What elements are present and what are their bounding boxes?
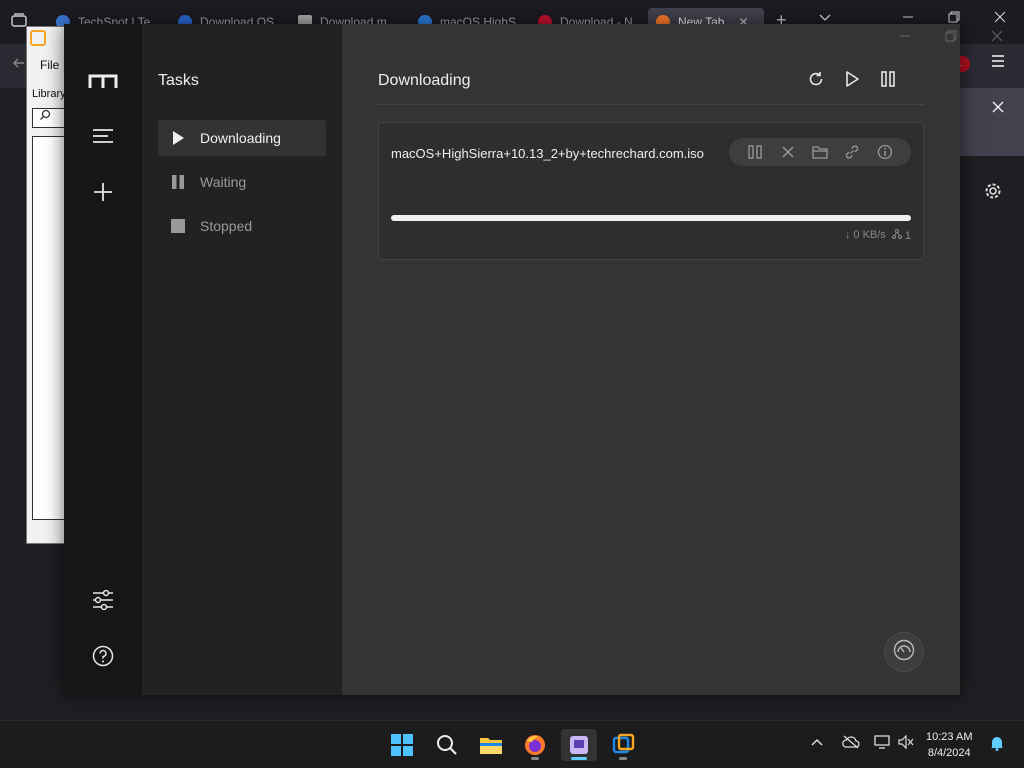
task-stats: ↓ 0 KB/s 1: [845, 229, 911, 242]
task-progress-bar: [391, 215, 911, 221]
motrix-taskbar-icon[interactable]: [561, 729, 597, 761]
nav-title: Tasks: [158, 72, 199, 89]
pause-task-icon[interactable]: [745, 142, 765, 162]
motrix-window: Tasks Downloading Waiting Stopped Downlo…: [64, 24, 1003, 695]
active-indicator: [571, 757, 587, 760]
start-windows-icon[interactable]: [384, 729, 420, 761]
gear-icon[interactable]: [984, 182, 1002, 205]
chevron-up-icon[interactable]: [810, 735, 824, 750]
running-indicator: [531, 757, 539, 760]
speed-limit-button[interactable]: [884, 632, 924, 672]
app-rail: [64, 24, 142, 695]
task-main-panel: Downloading macOS+HighSierra+10.13_2+by+…: [342, 24, 1003, 695]
close-window-button[interactable]: [980, 10, 1020, 26]
nav-item-downloading[interactable]: Downloading: [158, 120, 326, 156]
connections-value: 1: [904, 230, 911, 242]
onedrive-offline-icon[interactable]: [842, 735, 860, 752]
delete-task-icon[interactable]: [778, 142, 798, 162]
nav-item-label: Stopped: [200, 218, 253, 234]
motrix-logo-icon: [88, 66, 118, 96]
refresh-button[interactable]: [798, 70, 834, 92]
title-divider: [378, 104, 924, 105]
task-toolbar: [798, 70, 906, 92]
search-icon[interactable]: [32, 108, 66, 128]
nav-item-label: Downloading: [200, 130, 281, 146]
task-list-icon[interactable]: [88, 121, 118, 151]
notification-banner: [960, 88, 1024, 156]
app-close-button[interactable]: [982, 30, 1012, 45]
running-indicator: [619, 757, 627, 760]
refresh-icon: [808, 71, 824, 92]
task-action-bar: [729, 138, 911, 166]
nav-item-label: Waiting: [200, 174, 247, 190]
firefox-icon[interactable]: [517, 729, 553, 761]
windows-taskbar: 10:23 AM 8/4/2024: [0, 720, 1024, 768]
pause-outline-icon: [881, 70, 895, 92]
resume-all-button[interactable]: [834, 70, 870, 92]
virtualbox-logo-icon: [30, 30, 46, 46]
play-outline-icon: [845, 70, 859, 92]
vm-menu-file[interactable]: File: [40, 58, 59, 72]
app-maximize-button[interactable]: [936, 30, 966, 45]
play-icon: [170, 130, 186, 146]
notification-bell-icon[interactable]: [990, 735, 1004, 754]
pause-all-button[interactable]: [870, 70, 906, 92]
task-progress-fill: [391, 215, 911, 221]
volume-muted-icon[interactable]: [898, 734, 914, 752]
pause-icon: [170, 174, 186, 190]
folder-icon[interactable]: [810, 142, 830, 162]
add-task-icon[interactable]: [88, 177, 118, 207]
hamburger-menu-icon[interactable]: [990, 54, 1006, 73]
task-nav-panel: Tasks Downloading Waiting Stopped: [142, 24, 342, 695]
help-icon[interactable]: [88, 641, 118, 671]
nav-item-stopped[interactable]: Stopped: [158, 208, 326, 244]
stop-icon: [170, 218, 186, 234]
vm-list-panel: [32, 136, 66, 520]
task-item[interactable]: macOS+HighSierra+10.13_2+by+techrechard.…: [378, 122, 924, 260]
connections-count: 1: [891, 229, 911, 242]
clock-time: 10:23 AM: [926, 731, 973, 743]
speedometer-icon: [892, 638, 916, 667]
task-file-name: macOS+HighSierra+10.13_2+by+techrechard.…: [391, 146, 704, 161]
virtualbox-taskbar-icon[interactable]: [605, 729, 641, 761]
info-icon[interactable]: [875, 142, 895, 162]
search-icon[interactable]: [429, 729, 465, 761]
close-icon[interactable]: [992, 100, 1004, 116]
page-title: Downloading: [378, 72, 471, 89]
link-icon[interactable]: [842, 142, 862, 162]
system-clock[interactable]: 10:23 AM 8/4/2024: [926, 729, 972, 761]
back-arrow-icon[interactable]: [12, 56, 26, 73]
app-minimize-button[interactable]: [890, 30, 920, 45]
connections-icon: [891, 229, 902, 239]
clock-date: 8/4/2024: [927, 747, 971, 759]
download-speed: ↓ 0 KB/s: [844, 229, 886, 241]
nav-item-waiting[interactable]: Waiting: [158, 164, 326, 200]
preferences-sliders-icon[interactable]: [88, 585, 118, 615]
network-icon[interactable]: [874, 735, 890, 752]
vm-library-label: Library: [32, 88, 66, 100]
file-explorer-icon[interactable]: [473, 729, 509, 761]
